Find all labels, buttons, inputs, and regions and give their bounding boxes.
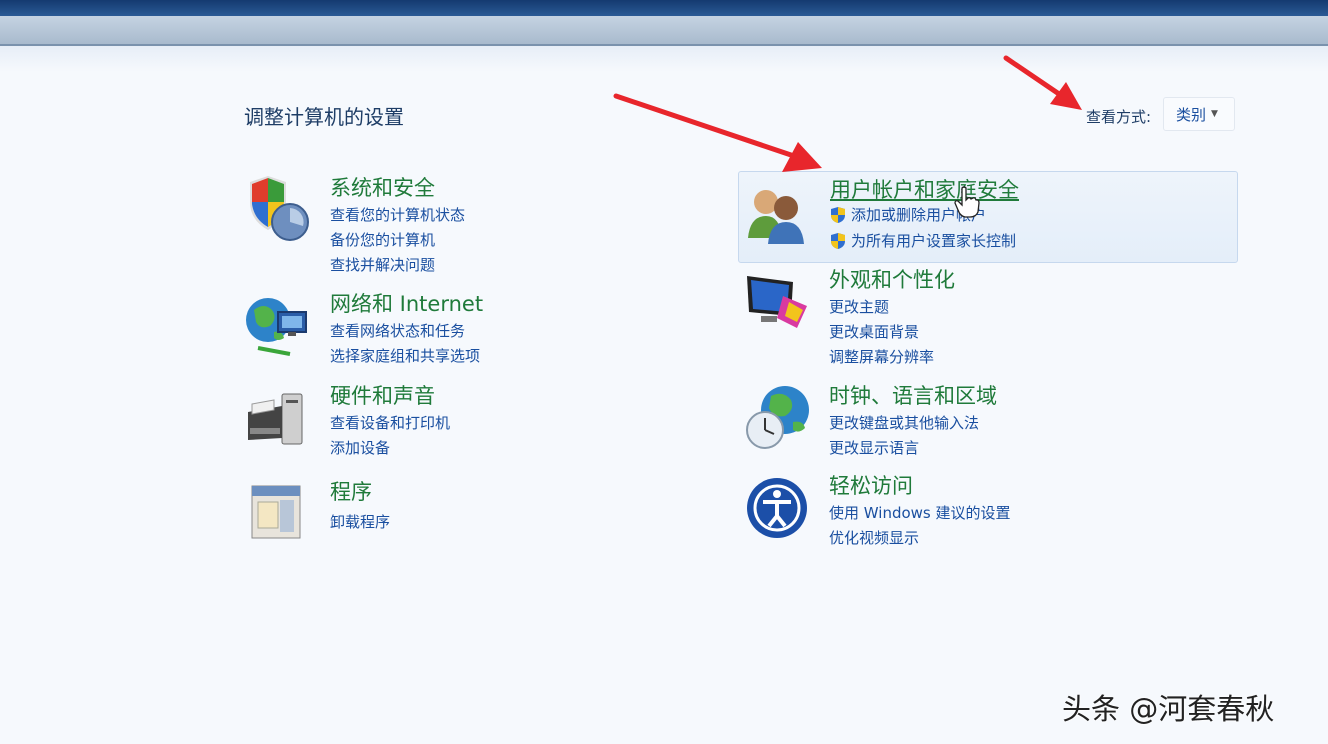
link-change-display-language[interactable]: 更改显示语言: [829, 437, 919, 458]
category-hardware-sound: 硬件和声音 查看设备和打印机 添加设备: [244, 380, 734, 460]
monitor-icon: [747, 276, 807, 328]
address-toolbar: [0, 16, 1328, 46]
category-heading[interactable]: 网络和 Internet: [330, 288, 483, 318]
link-homegroup-sharing[interactable]: 选择家庭组和共享选项: [330, 345, 480, 366]
printer-icon: [248, 393, 303, 445]
category-appearance: 外观和个性化 更改主题 更改桌面背景 调整屏幕分辨率: [743, 264, 1233, 367]
page-title: 调整计算机的设置: [244, 105, 404, 129]
red-arrow-icon: [613, 93, 822, 172]
category-heading[interactable]: 轻松访问: [829, 470, 913, 500]
link-recommended-settings[interactable]: 使用 Windows 建议的设置: [829, 502, 1011, 523]
uac-shield-icon: [831, 232, 845, 249]
window-title-band: [0, 0, 1328, 16]
uac-shield-icon: [831, 206, 845, 223]
red-arrow-icon: [1003, 55, 1082, 110]
category-heading[interactable]: 时钟、语言和区域: [829, 380, 997, 410]
network-icon: [246, 298, 307, 356]
category-system-security: 系统和安全 查看您的计算机状态 备份您的计算机 查找并解决问题: [244, 172, 734, 275]
link-backup-computer[interactable]: 备份您的计算机: [330, 229, 435, 250]
category-heading[interactable]: 硬件和声音: [330, 380, 435, 410]
dropdown-arrow-icon: ▼: [1211, 109, 1218, 119]
link-troubleshoot[interactable]: 查找并解决问题: [330, 254, 435, 275]
hand-cursor-icon: [954, 186, 980, 218]
view-by-label: 查看方式:: [1086, 108, 1152, 126]
link-change-input-method[interactable]: 更改键盘或其他输入法: [829, 412, 979, 433]
globe-clock-icon: [746, 386, 809, 449]
category-network: 网络和 Internet 查看网络状态和任务 选择家庭组和共享选项: [244, 288, 734, 368]
category-heading[interactable]: 系统和安全: [330, 172, 435, 202]
ease-of-access-icon: [747, 478, 807, 538]
link-change-theme[interactable]: 更改主题: [829, 296, 889, 317]
link-devices-printers[interactable]: 查看设备和打印机: [330, 412, 450, 433]
link-view-computer-status[interactable]: 查看您的计算机状态: [330, 204, 465, 225]
system-security-icon: [250, 176, 309, 241]
category-ease-of-access: 轻松访问 使用 Windows 建议的设置 优化视频显示: [743, 470, 1233, 550]
link-screen-resolution[interactable]: 调整屏幕分辨率: [829, 346, 934, 367]
view-by-dropdown[interactable]: 类别 ▼: [1163, 97, 1235, 131]
link-parental-controls[interactable]: 为所有用户设置家长控制: [830, 230, 1016, 251]
link-add-device[interactable]: 添加设备: [330, 437, 390, 458]
link-label: 为所有用户设置家长控制: [851, 232, 1017, 250]
link-uninstall-program[interactable]: 卸载程序: [330, 511, 390, 532]
category-programs: 程序 卸载程序: [244, 476, 734, 539]
category-clock-language: 时钟、语言和区域 更改键盘或其他输入法 更改显示语言: [743, 380, 1233, 460]
users-icon: [748, 190, 804, 244]
category-heading[interactable]: 用户帐户和家庭安全: [830, 174, 1019, 204]
view-by-value: 类别: [1176, 105, 1207, 124]
watermark: 头条 @河套春秋: [1062, 692, 1275, 726]
link-change-background[interactable]: 更改桌面背景: [829, 321, 919, 342]
category-heading[interactable]: 程序: [330, 476, 372, 506]
link-optimize-video[interactable]: 优化视频显示: [829, 527, 919, 548]
programs-icon: [251, 485, 301, 539]
category-heading[interactable]: 外观和个性化: [829, 264, 955, 294]
command-bar: [0, 46, 1328, 72]
category-user-accounts[interactable]: 用户帐户和家庭安全 添加或删除用户帐户 为所有用户设置家长控制: [738, 171, 1238, 263]
link-view-network-status[interactable]: 查看网络状态和任务: [330, 320, 465, 341]
